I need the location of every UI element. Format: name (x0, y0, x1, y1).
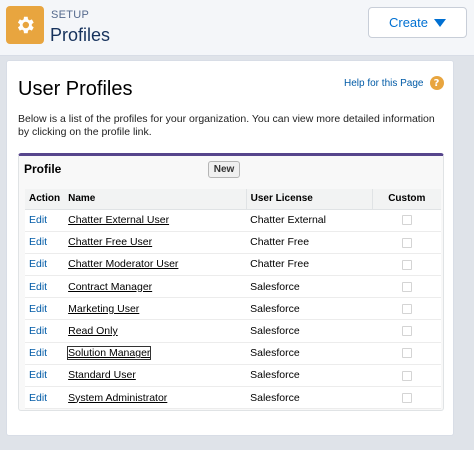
new-profile-button[interactable]: New (208, 161, 240, 178)
table-row: Edit Chatter External User Chatter Exter… (25, 209, 441, 232)
create-button[interactable]: Create (368, 7, 467, 38)
user-license-cell: Salesforce (246, 342, 373, 365)
user-license-cell: Salesforce (246, 297, 373, 321)
custom-checkbox (401, 370, 412, 381)
table-row: Edit Read Only Salesforce (25, 319, 441, 343)
edit-link[interactable]: Edit (29, 303, 47, 315)
table-row: Edit Chatter Moderator User Chatter Free (25, 253, 441, 277)
custom-checkbox (401, 215, 412, 226)
table-row: Edit Contract Manager Salesforce (25, 275, 441, 299)
user-license-cell: Salesforce (246, 275, 373, 299)
custom-checkbox (401, 281, 412, 292)
help-link[interactable]: Help for this Page ? (344, 76, 444, 90)
help-icon: ? (429, 76, 444, 90)
edit-link[interactable]: Edit (29, 236, 47, 248)
gear-icon (6, 6, 44, 44)
column-header-name[interactable]: Name (64, 189, 247, 210)
profile-block-title: Profile (24, 162, 62, 176)
edit-link[interactable]: Edit (29, 281, 47, 293)
edit-link[interactable]: Edit (29, 325, 47, 337)
user-license-cell: Salesforce (246, 364, 373, 388)
custom-checkbox (401, 237, 412, 248)
user-license-cell: Salesforce (246, 319, 373, 343)
profile-name-link[interactable]: Chatter External User (68, 214, 169, 226)
edit-link[interactable]: Edit (29, 258, 47, 270)
table-row: Edit Standard User Salesforce (25, 364, 441, 388)
edit-link[interactable]: Edit (29, 214, 47, 226)
table-row: Edit Solution Manager Salesforce (25, 342, 441, 365)
edit-link[interactable]: Edit (29, 392, 47, 404)
page-header-title: Profiles (50, 25, 111, 45)
caret-down-icon (434, 18, 447, 27)
profile-list-block: Profile New Action Name User License Cus… (18, 153, 444, 411)
create-button-label: Create (388, 15, 429, 30)
profile-name-link[interactable]: Solution Manager (67, 346, 152, 361)
column-header-action: Action (25, 189, 65, 210)
custom-checkbox (401, 392, 412, 403)
table-row: Edit Marketing User Salesforce (25, 297, 441, 321)
page-description: Below is a list of the profiles for your… (18, 113, 435, 138)
main-card: User Profiles Help for this Page ? Below… (6, 60, 454, 436)
table-row: Edit System Administrator Salesforce (25, 386, 441, 410)
edit-link[interactable]: Edit (29, 369, 47, 381)
edit-link[interactable]: Edit (29, 347, 47, 359)
table-row: Edit Chatter Free User Chatter Free (25, 231, 441, 254)
custom-checkbox (401, 326, 412, 337)
column-header-license[interactable]: User License (245, 189, 373, 210)
custom-checkbox (401, 259, 412, 270)
profile-name-link[interactable]: Chatter Free User (68, 236, 152, 248)
profile-name-link[interactable]: Read Only (68, 325, 118, 337)
custom-checkbox (401, 348, 412, 359)
page-title: User Profiles (18, 78, 133, 100)
profile-name-link[interactable]: Chatter Moderator User (68, 258, 178, 270)
profile-name-link[interactable]: System Administrator (68, 392, 167, 404)
profile-name-link[interactable]: Marketing User (68, 303, 139, 315)
user-license-cell: Chatter Free (246, 253, 373, 277)
column-header-custom[interactable]: Custom (371, 189, 441, 210)
custom-checkbox (401, 304, 412, 315)
user-license-cell: Salesforce (246, 386, 373, 410)
user-license-cell: Chatter Free (246, 231, 373, 254)
help-link-label: Help for this Page (344, 77, 424, 89)
user-license-cell: Chatter External (246, 209, 373, 232)
profiles-table: Action Name User License Custom Edit Cha… (25, 189, 441, 410)
page-header: SETUP Profiles Create (0, 0, 474, 56)
profile-name-link[interactable]: Contract Manager (68, 281, 152, 293)
header-overline: SETUP (51, 9, 90, 21)
table-header-row: Action Name User License Custom (25, 189, 441, 210)
profile-name-link[interactable]: Standard User (68, 369, 136, 381)
